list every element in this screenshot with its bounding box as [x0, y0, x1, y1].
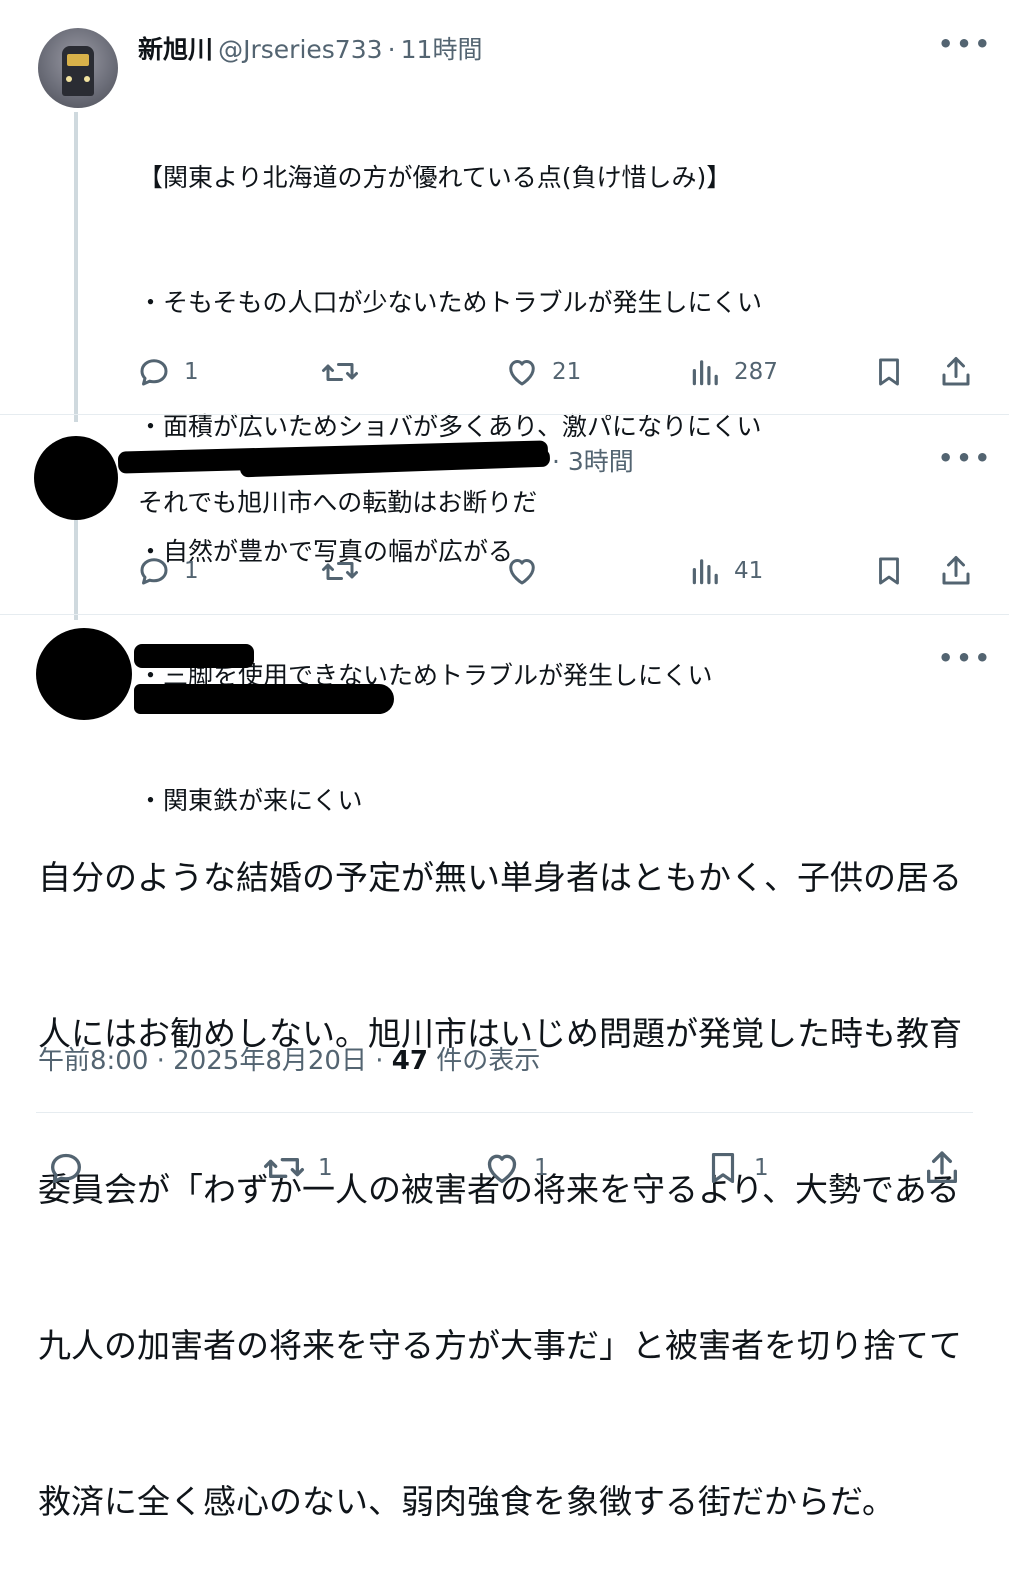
tweet-header: 新旭川 @Jrseries733 · 11時間 [138, 30, 482, 66]
views-number: 47 [391, 1046, 428, 1076]
timestamp[interactable]: · 3時間 [552, 442, 634, 478]
like-button[interactable] [504, 553, 540, 589]
more-icon[interactable]: ••• [938, 644, 993, 672]
tweet-line: 九人の加害者の将来を守る方が大事だ」と被害者を切り捨てて [38, 1326, 962, 1365]
display-name[interactable]: 新旭川 [138, 35, 213, 64]
bookmark-button[interactable]: 1 [704, 1148, 769, 1188]
more-icon[interactable]: ••• [938, 444, 993, 472]
retweet-button[interactable]: 1 [262, 1148, 333, 1188]
like-icon [509, 360, 535, 386]
reply-icon [140, 359, 168, 386]
bookmark-button[interactable] [872, 553, 906, 589]
views-count: 287 [734, 359, 778, 385]
avatar[interactable] [34, 436, 118, 520]
reply-count: 1 [184, 558, 199, 584]
retweet-icon [322, 562, 358, 580]
like-button[interactable]: 1 [482, 1148, 549, 1188]
redacted-handle [134, 684, 394, 714]
tweet-line: 【関東より北海道の方が優れている点(負け惜しみ)】 [138, 163, 732, 192]
bookmark-icon [711, 1152, 735, 1184]
views-button[interactable]: 41 [690, 553, 763, 589]
timestamp[interactable]: 午前8:00 · 2025年8月20日 · [38, 1046, 392, 1076]
tweet-line: 救済に全く感心のない、弱肉強食を象徴する街だからだ。 [38, 1482, 896, 1521]
divider [0, 614, 1009, 615]
retweet-count: 1 [318, 1155, 333, 1181]
tweet-text: それでも旭川市への転勤はお断りだ [138, 488, 538, 517]
views-icon [692, 360, 718, 386]
reply-button[interactable]: 1 [136, 354, 199, 390]
reply-icon [51, 1153, 82, 1183]
like-icon [509, 559, 535, 585]
reply-icon [140, 558, 168, 585]
share-icon [942, 357, 970, 386]
share-button[interactable] [938, 553, 974, 589]
like-count: 1 [534, 1155, 549, 1181]
divider [36, 1112, 973, 1113]
share-icon [942, 556, 970, 585]
views-label: 件の表示 [427, 1046, 541, 1076]
like-count: 21 [552, 359, 582, 385]
handle[interactable]: @Jrseries733 [218, 35, 382, 64]
tweet-line: ・面積が広いためショバが多くあり、激パになりにくい [138, 412, 762, 441]
tweet-line: ・そもそもの人口が少ないためトラブルが発生しにくい [138, 287, 763, 317]
views-icon [692, 559, 718, 585]
reply-button[interactable] [46, 1148, 86, 1188]
tweet-line: 自分のような結婚の予定が無い単身者はともかく、子供の居る [38, 858, 962, 897]
views-button[interactable]: 287 [690, 354, 778, 390]
reply-count: 1 [184, 359, 199, 385]
bookmark-icon [879, 358, 899, 386]
retweet-button[interactable] [320, 553, 360, 589]
timestamp[interactable]: 11時間 [401, 35, 483, 64]
share-button[interactable] [938, 354, 974, 390]
tweet-meta: 午前8:00 · 2025年8月20日 · 47 件の表示 [38, 1040, 540, 1077]
like-button[interactable]: 21 [504, 354, 581, 390]
more-icon[interactable]: ••• [938, 30, 993, 58]
redacted-name [134, 644, 254, 668]
train-image [62, 46, 94, 96]
tweet-line: ・自然が豊かで写真の幅が広がる [138, 536, 514, 566]
like-icon [487, 1154, 517, 1183]
bookmark-button[interactable] [872, 354, 906, 390]
avatar[interactable] [36, 628, 132, 720]
retweet-icon [263, 1158, 304, 1178]
retweet-icon [322, 363, 358, 381]
views-count: 41 [734, 558, 764, 584]
bookmark-count: 1 [754, 1155, 769, 1181]
avatar[interactable] [38, 28, 118, 108]
thread-line [74, 112, 78, 422]
thread-line [74, 516, 78, 620]
bookmark-icon [879, 557, 899, 585]
divider [0, 414, 1009, 415]
reply-button[interactable]: 1 [136, 553, 199, 589]
retweet-button[interactable] [320, 354, 360, 390]
separator: · [387, 35, 396, 64]
share-button[interactable] [922, 1148, 962, 1188]
share-icon [927, 1151, 957, 1183]
